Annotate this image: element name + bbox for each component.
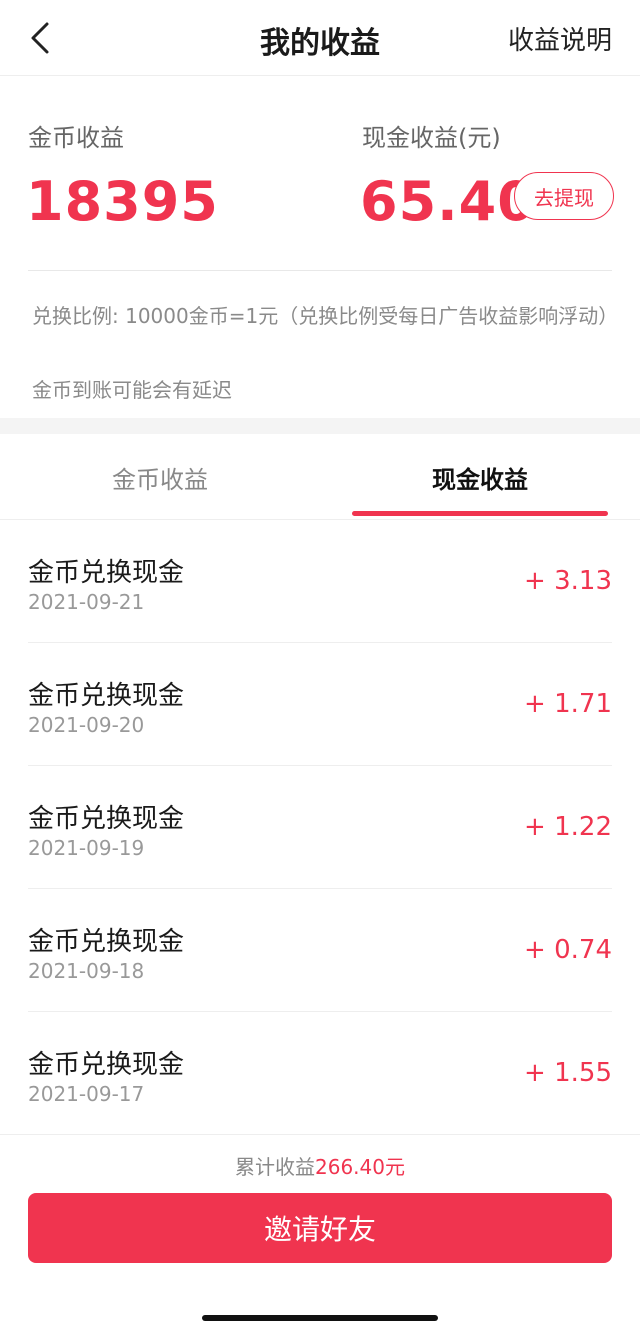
cumulative-earnings-value: 266.40元 [315, 1155, 405, 1179]
cumulative-earnings-label: 累计收益 [235, 1155, 315, 1179]
record-amount: + 0.74 [524, 935, 612, 965]
list-item[interactable]: 金币兑换现金 2021-09-18 + 0.74 [0, 889, 640, 1012]
list-item[interactable]: 金币兑换现金 2021-09-17 + 1.55 [0, 1012, 640, 1135]
earnings-summary: 金币收益 18395 现金收益(元) 65.40 去提现 兑换比例: 10000… [0, 76, 640, 418]
tab-cash-earnings[interactable]: 现金收益 [320, 434, 640, 520]
record-title: 金币兑换现金 [28, 558, 185, 588]
list-item[interactable]: 金币兑换现金 2021-09-21 + 3.13 [0, 520, 640, 643]
coin-earnings-value: 18395 [26, 170, 219, 233]
list-item[interactable]: 金币兑换现金 2021-09-20 + 1.71 [0, 643, 640, 766]
record-amount: + 1.22 [524, 812, 612, 842]
cash-earnings-value: 65.40 [360, 170, 536, 233]
cumulative-earnings: 累计收益266.40元 [0, 1151, 640, 1180]
record-title: 金币兑换现金 [28, 927, 185, 957]
invite-friends-button[interactable]: 邀请好友 [28, 1193, 612, 1263]
withdraw-button[interactable]: 去提现 [514, 172, 614, 220]
home-indicator[interactable] [202, 1315, 438, 1321]
exchange-rate-note: 兑换比例: 10000金币=1元（兑换比例受每日广告收益影响浮动） [32, 304, 619, 328]
earnings-record-list: 金币兑换现金 2021-09-21 + 3.13 金币兑换现金 2021-09-… [0, 520, 640, 1134]
record-date: 2021-09-19 [28, 836, 145, 860]
section-gap [0, 418, 640, 434]
record-title: 金币兑换现金 [28, 804, 185, 834]
record-amount: + 1.71 [524, 689, 612, 719]
summary-divider [28, 270, 612, 271]
record-amount: + 1.55 [524, 1058, 612, 1088]
record-date: 2021-09-20 [28, 713, 145, 737]
cash-earnings-label: 现金收益(元) [362, 124, 501, 152]
tab-coin-earnings[interactable]: 金币收益 [0, 434, 320, 520]
record-title: 金币兑换现金 [28, 1050, 185, 1080]
record-date: 2021-09-17 [28, 1082, 145, 1106]
active-tab-indicator [352, 511, 608, 516]
coin-earnings-label: 金币收益 [28, 124, 124, 152]
record-amount: + 3.13 [524, 566, 612, 596]
earnings-tabs: 金币收益 现金收益 [0, 434, 640, 520]
top-bar: 我的收益 收益说明 [0, 0, 640, 76]
list-item[interactable]: 金币兑换现金 2021-09-19 + 1.22 [0, 766, 640, 889]
delay-note: 金币到账可能会有延迟 [32, 378, 232, 402]
record-title: 金币兑换现金 [28, 681, 185, 711]
record-date: 2021-09-21 [28, 590, 145, 614]
record-date: 2021-09-18 [28, 959, 145, 983]
earnings-help-link[interactable]: 收益说明 [508, 20, 612, 57]
bottom-action-bar: 累计收益266.40元 邀请好友 [0, 1134, 640, 1330]
